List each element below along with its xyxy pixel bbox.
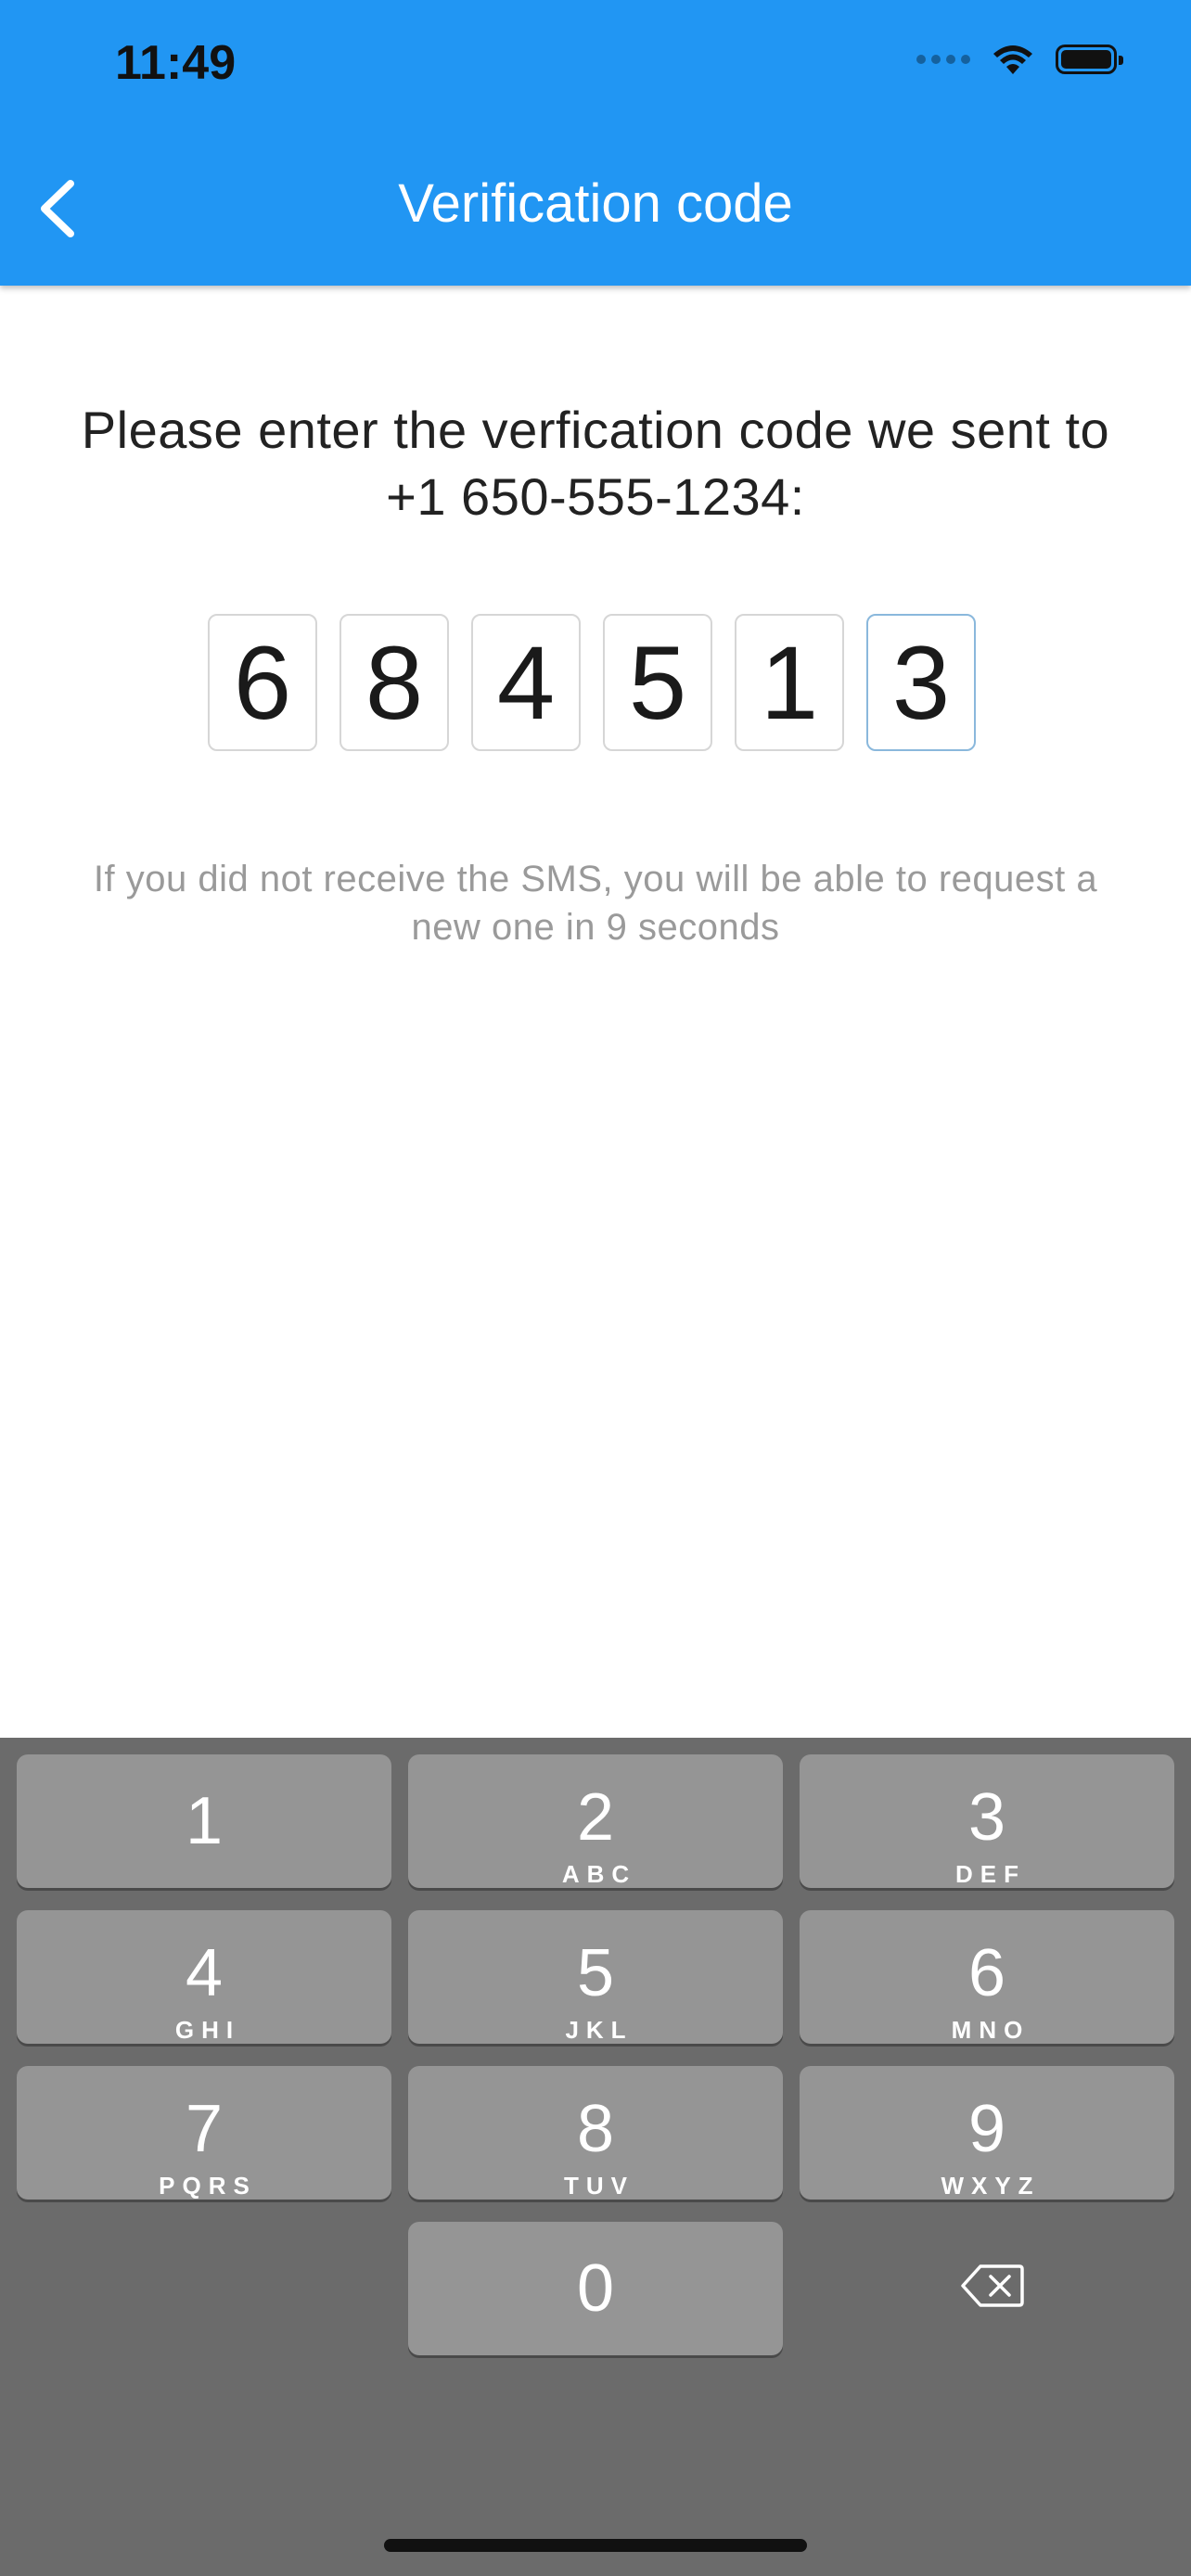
key-letters: MNO xyxy=(951,2016,1031,2044)
code-digit-box[interactable]: 5 xyxy=(603,614,712,751)
key-letters: JKL xyxy=(565,2016,634,2044)
resend-hint-text: If you did not receive the SMS, you will… xyxy=(93,859,1098,948)
key-7[interactable]: 7 PQRS xyxy=(17,2066,391,2200)
wifi-icon xyxy=(993,45,1032,74)
key-letters: DEF xyxy=(955,1860,1026,1888)
key-letters: TUV xyxy=(564,2172,634,2200)
code-digit-box[interactable]: 1 xyxy=(735,614,844,751)
home-indicator[interactable] xyxy=(384,2539,807,2552)
key-letters: PQRS xyxy=(159,2172,257,2200)
key-letters: GHI xyxy=(174,2016,241,2044)
backspace-icon xyxy=(961,2264,1024,2307)
instruction-text: Please enter the verfication code we sen… xyxy=(81,401,1110,526)
key-number: 6 xyxy=(967,1936,1006,2010)
page-title: Verification code xyxy=(398,173,793,234)
key-2[interactable]: 2 ABC xyxy=(408,1754,783,1888)
code-digit-box[interactable]: 4 xyxy=(471,614,581,751)
key-8[interactable]: 8 TUV xyxy=(408,2066,783,2200)
key-number: 8 xyxy=(576,2092,615,2166)
cellular-signal-icon xyxy=(916,55,970,64)
key-number: 1 xyxy=(185,1784,224,1858)
verification-code-input[interactable]: 6 8 4 5 1 3 xyxy=(208,614,976,751)
key-4[interactable]: 4 GHI xyxy=(17,1910,391,2044)
key-letters: ABC xyxy=(561,1860,637,1888)
key-number: 3 xyxy=(967,1780,1006,1855)
delete-key[interactable] xyxy=(937,2235,1048,2337)
key-1[interactable]: 1 xyxy=(17,1754,391,1888)
code-digit-box[interactable]: 6 xyxy=(208,614,317,751)
key-number: 2 xyxy=(576,1780,615,1855)
code-digit-box-active[interactable]: 3 xyxy=(866,614,976,751)
key-letters: WXYZ xyxy=(941,2172,1041,2200)
code-digit-box[interactable]: 8 xyxy=(339,614,449,751)
key-0[interactable]: 0 xyxy=(408,2222,783,2355)
key-6[interactable]: 6 MNO xyxy=(800,1910,1174,2044)
key-9[interactable]: 9 WXYZ xyxy=(800,2066,1174,2200)
key-number: 0 xyxy=(576,2251,615,2326)
status-time: 11:49 xyxy=(115,36,237,90)
battery-icon xyxy=(1056,45,1123,74)
key-number: 5 xyxy=(576,1936,615,2010)
key-number: 9 xyxy=(967,2092,1006,2166)
key-number: 4 xyxy=(185,1936,224,2010)
status-icons xyxy=(916,43,1123,76)
key-3[interactable]: 3 DEF xyxy=(800,1754,1174,1888)
key-5[interactable]: 5 JKL xyxy=(408,1910,783,2044)
key-number: 7 xyxy=(185,2092,224,2166)
app-bar: 11:49 Verification code xyxy=(0,0,1191,286)
